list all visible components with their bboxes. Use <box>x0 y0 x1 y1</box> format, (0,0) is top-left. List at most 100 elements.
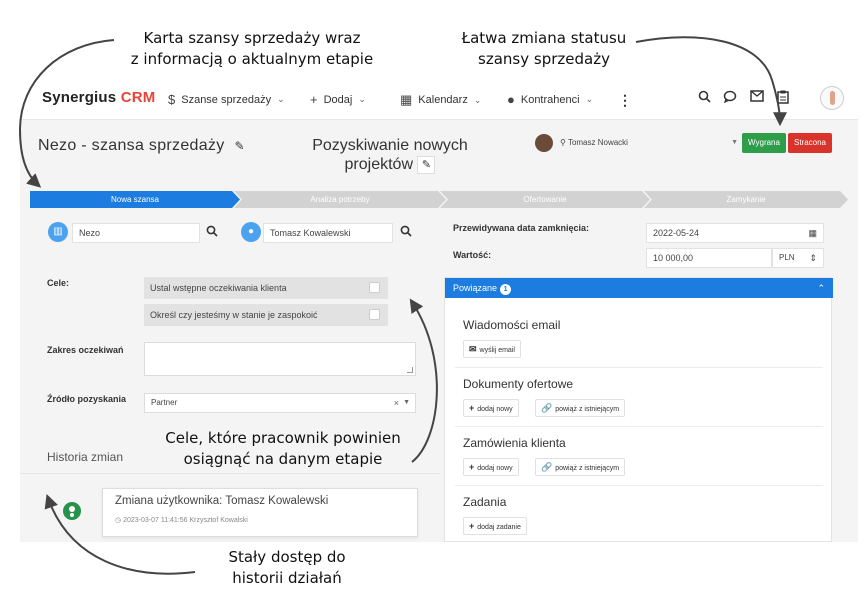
stage-title-line: Pozyskiwanie nowych <box>312 137 468 154</box>
stage-new[interactable]: Nowa szansa <box>30 191 240 208</box>
stage-process-title: Pozyskiwanie nowych projektów ✎ <box>300 136 480 174</box>
annotation-goals: Cele, które pracownik powinien osiągnąć … <box>156 428 410 470</box>
chevron-down-icon: ⌄ <box>473 94 482 105</box>
annotation-status-change: Łatwa zmiana statusu szansy sprzedaży <box>438 28 650 70</box>
opportunity-title-text: Nezo - szansa sprzedaży <box>38 137 225 154</box>
crm-app-window: Synergius CRM $ Szanse sprzedaży ⌄ + Dod… <box>20 80 858 542</box>
mail-icon[interactable] <box>750 90 764 105</box>
opportunity-title: Nezo - szansa sprzedaży ✎ <box>38 137 245 155</box>
link-icon: 🔗 <box>541 462 553 472</box>
history-title: Historia zmian <box>47 450 124 464</box>
divider <box>455 485 823 486</box>
chevron-down-icon[interactable]: ▼ <box>403 394 410 412</box>
owner-select[interactable]: ⚲ Tomasz Nowacki ▼ <box>560 134 738 152</box>
opportunity-view: Nezo - szansa sprzedaży ✎ Pozyskiwanie no… <box>20 120 858 542</box>
annotation-line: szansy sprzedaży <box>478 50 610 68</box>
lost-button[interactable]: Stracona <box>788 133 832 153</box>
contact-field[interactable]: Tomasz Kowalewski <box>263 223 393 243</box>
logo-accent: CRM <box>120 89 156 106</box>
goal-item: Ustal wstępne oczekiwania klienta <box>144 277 388 299</box>
stage-closing[interactable]: Zamykanie <box>644 191 848 208</box>
nav-sales-opportunities[interactable]: $ Szanse sprzedaży ⌄ <box>168 92 285 107</box>
section-emails: Wiadomości email <box>463 318 561 332</box>
history-entry-text: Zmiana użytkownika: Tomasz Kowalewski <box>115 495 329 507</box>
chat-icon[interactable] <box>723 90 737 106</box>
calendar-icon[interactable]: ▦ <box>808 224 817 242</box>
goal-text: Określ czy jesteśmy w stanie je zaspokoi… <box>150 310 318 320</box>
related-panel: Powiązane 1 ⌃ Wiadomości email ✉ wyślij em… <box>444 277 833 542</box>
button-label: powiąż z istniejącym <box>555 406 620 413</box>
related-count-badge: 1 <box>500 284 512 295</box>
currency-value: PLN <box>779 253 795 262</box>
scope-textarea[interactable] <box>144 342 416 376</box>
button-label: wyślij email <box>479 347 515 354</box>
user-avatar[interactable] <box>820 86 844 110</box>
chevron-down-icon: ⌄ <box>358 94 366 104</box>
nav-contractors[interactable]: ● Kontrahenci ⌄ <box>507 92 593 107</box>
currency-select[interactable]: PLN ⇕ <box>772 248 824 268</box>
edit-pencil-icon[interactable]: ✎ <box>417 155 436 174</box>
value-label: Wartość: <box>453 250 492 260</box>
annotation-history: Stały dostęp do historii działań <box>198 547 376 589</box>
divider <box>455 367 823 368</box>
calendar-icon: ▦ <box>400 92 413 107</box>
add-new-button[interactable]: + dodaj nowy <box>463 399 519 417</box>
client-field[interactable]: Nezo <box>72 223 200 243</box>
won-button[interactable]: Wygrana <box>742 133 786 153</box>
goal-checkbox[interactable] <box>369 309 380 320</box>
nav-label: Szanse sprzedaży <box>181 93 272 106</box>
edit-pencil-icon[interactable]: ✎ <box>235 139 245 153</box>
chevron-down-icon: ⌄ <box>585 94 594 104</box>
owner-name: Tomasz Nowacki <box>567 138 628 147</box>
related-label: Powiązane <box>453 283 498 293</box>
button-label: dodaj nowy <box>477 465 513 472</box>
annotation-opportunity-card: Karta szansy sprzedaży wraz z informacją… <box>118 28 386 70</box>
history-meta-text: 2023-03-07 11:41:56 Krzysztof Kowalski <box>123 517 248 524</box>
sort-arrows-icon: ⇕ <box>809 253 817 263</box>
send-email-button[interactable]: ✉ wyślij email <box>463 340 521 358</box>
close-date-value: 2022-05-24 <box>653 228 700 238</box>
envelope-icon: ✉ <box>469 344 477 354</box>
source-label: Źródło pozyskania <box>47 394 127 404</box>
nav-label: Kontrahenci <box>520 93 580 106</box>
link-existing-button[interactable]: 🔗 powiąż z istniejącym <box>535 399 626 417</box>
plus-icon: + <box>469 521 475 531</box>
goal-checkbox[interactable] <box>369 282 380 293</box>
plus-icon: + <box>469 462 475 472</box>
clear-icon[interactable]: × <box>394 394 399 412</box>
search-icon[interactable] <box>698 90 711 106</box>
add-new-button[interactable]: + dodaj nowy <box>463 458 519 476</box>
chevron-up-icon[interactable]: ⌃ <box>817 278 825 298</box>
annotation-line: Stały dostęp do <box>228 548 346 566</box>
link-existing-button[interactable]: 🔗 powiąż z istniejącym <box>535 458 626 476</box>
button-label: dodaj nowy <box>477 406 513 413</box>
goal-item: Określ czy jesteśmy w stanie je zaspokoi… <box>144 304 388 326</box>
button-label: powiąż z istniejącym <box>555 465 620 472</box>
app-logo[interactable]: Synergius CRM <box>42 89 155 106</box>
plus-icon: + <box>469 403 475 413</box>
search-icon[interactable] <box>400 225 412 240</box>
add-task-button[interactable]: + dodaj zadanie <box>463 517 527 535</box>
clock-icon: ◷ <box>115 517 124 524</box>
source-select[interactable]: Partner × ▼ <box>144 393 416 413</box>
owner-avatar <box>535 134 553 152</box>
link-icon: 🔗 <box>541 403 553 413</box>
person-icon: ● <box>241 222 261 242</box>
value-field[interactable]: 10 000,00 <box>646 248 772 268</box>
clipboard-icon[interactable] <box>777 90 789 107</box>
related-panel-header[interactable]: Powiązane 1 ⌃ <box>445 278 833 298</box>
search-icon[interactable] <box>206 225 218 240</box>
annotation-line: z informacją o aktualnym etapie <box>130 50 374 68</box>
dollar-icon: $ <box>168 92 176 107</box>
close-date-field[interactable]: 2022-05-24 ▦ <box>646 223 824 243</box>
annotation-line: osiągnąć na danym etapie <box>183 450 383 468</box>
more-menu-icon[interactable]: ⋮ <box>618 92 632 109</box>
chevron-down-icon: ⌄ <box>277 94 285 104</box>
nav-label: Dodaj <box>323 93 353 106</box>
annotation-line: Karta szansy sprzedaży wraz <box>143 29 361 47</box>
nav-add[interactable]: + Dodaj ⌄ <box>310 92 366 107</box>
annotation-line: historii działań <box>232 569 342 587</box>
stage-needs-analysis[interactable]: Analiza potrzeby <box>234 191 446 208</box>
nav-calendar[interactable]: ▦ Kalendarz ⌄ <box>400 92 481 108</box>
stage-offering[interactable]: Ofertowanie <box>440 191 650 208</box>
